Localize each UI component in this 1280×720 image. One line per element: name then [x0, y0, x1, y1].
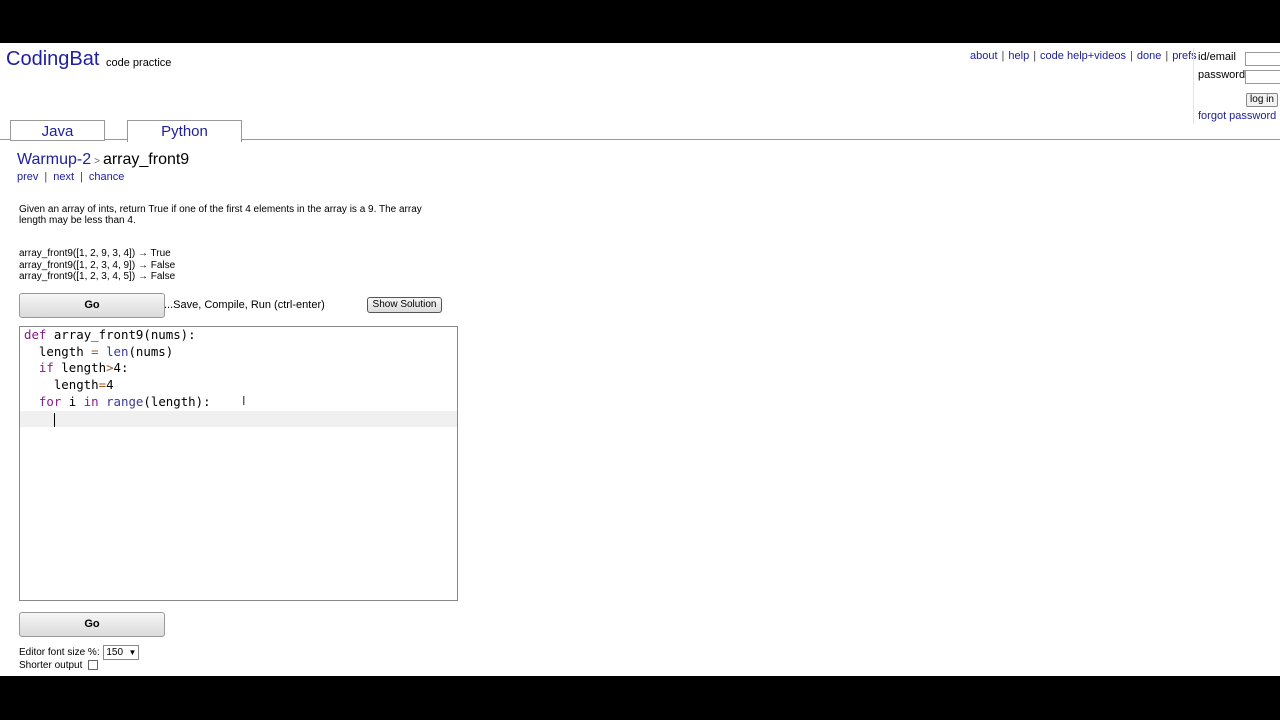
example-line: array_front9([1, 2, 3, 4, 5]) → False	[19, 271, 176, 282]
go-button-top[interactable]: Go	[19, 293, 165, 318]
font-size-value: 150	[106, 647, 124, 658]
problem-description: Given an array of ints, return True if o…	[19, 204, 422, 226]
editor-font-size-row: Editor font size %: 150 ▼	[19, 645, 140, 660]
show-solution-button[interactable]: Show Solution	[367, 297, 442, 313]
go-button-bottom[interactable]: Go	[19, 612, 165, 637]
nav-code-help-videos-link[interactable]: code help+videos	[1040, 50, 1126, 62]
problem-title: array_front9	[102, 151, 190, 168]
prev-link[interactable]: prev	[17, 171, 38, 183]
save-compile-run-hint: ...Save, Compile, Run (ctrl-enter)	[164, 299, 325, 311]
code-line: if length>4:	[38, 360, 129, 376]
ibeam-cursor-icon: I	[242, 394, 246, 408]
shorter-output-checkbox[interactable]	[88, 660, 99, 671]
tab-java[interactable]: Java	[10, 120, 105, 141]
font-size-label: Editor font size %:	[19, 647, 100, 659]
id-email-input[interactable]	[1245, 52, 1280, 66]
example-line: array_front9([1, 2, 3, 4, 9]) → False	[19, 259, 176, 271]
password-label: password	[1198, 69, 1246, 81]
shorter-output-label: Shorter output	[19, 660, 83, 671]
code-line: length = len(nums)	[24, 343, 174, 359]
shorter-output-row: Shorter output	[19, 660, 99, 671]
chevron-down-icon: ▼	[128, 648, 137, 657]
nav-about-link[interactable]: about	[970, 50, 998, 62]
forgot-password-link[interactable]: forgot password |	[1198, 110, 1280, 122]
code-editor[interactable]: def array_front9(nums): length = len(num…	[19, 326, 458, 601]
id-email-label: id/email	[1198, 51, 1236, 63]
active-line-highlight	[20, 411, 457, 427]
problem-nav: prev | next | chance	[17, 171, 125, 183]
password-input[interactable]	[1245, 70, 1280, 84]
breadcrumb-arrow: >	[94, 156, 100, 167]
site-tagline: code practice	[106, 57, 172, 69]
next-link[interactable]: next	[53, 171, 74, 183]
examples-list: array_front9([1, 2, 9, 3, 4]) → True arr…	[19, 248, 175, 283]
code-line: def array_front9(nums):	[24, 327, 196, 342]
example-line: array_front9([1, 2, 9, 3, 4]) → True	[19, 248, 171, 259]
chance-link[interactable]: chance	[89, 171, 124, 183]
nav-done-link[interactable]: done	[1137, 50, 1161, 62]
site-logo[interactable]: CodingBat	[6, 48, 99, 71]
tab-python[interactable]: Python	[127, 120, 242, 142]
top-nav: about | help | code help+videos | done | prefs	[970, 50, 1197, 62]
font-size-select[interactable]: 150 ▼	[103, 645, 140, 660]
login-panel: id/email password log in forgot password…	[1193, 48, 1280, 124]
breadcrumb-category-link[interactable]: Warmup-2	[17, 151, 91, 168]
code-line: length=4	[24, 377, 114, 393]
text-caret	[54, 413, 55, 427]
log-in-button[interactable]: log in	[1246, 93, 1278, 107]
code-line: for i in range(length):	[38, 393, 211, 409]
breadcrumb: Warmup-2 > array_front9	[17, 151, 189, 169]
page: CodingBat code practice about | help | code …	[0, 43, 1280, 676]
nav-help-link[interactable]: help	[1008, 50, 1029, 62]
